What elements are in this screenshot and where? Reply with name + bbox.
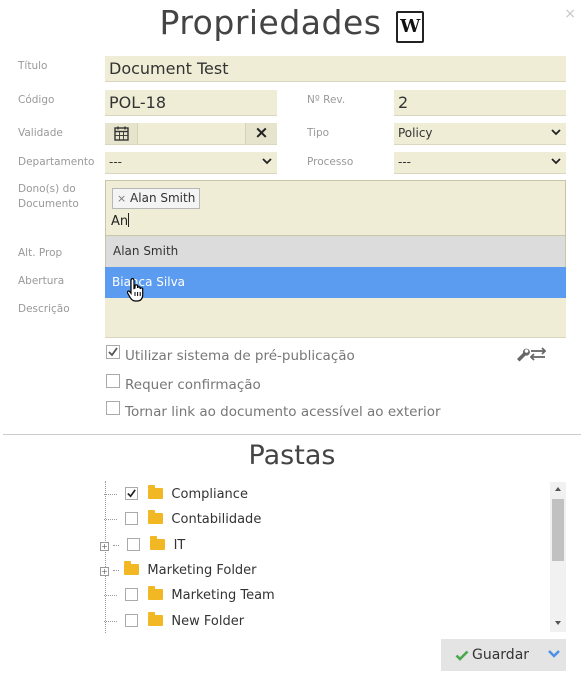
close-icon[interactable]: × xyxy=(564,6,576,22)
folder-label: Compliance xyxy=(171,487,248,502)
folder-icon xyxy=(148,586,164,600)
calendar-button[interactable] xyxy=(105,123,138,144)
departamento-label: Departamento xyxy=(18,156,95,168)
folder-row[interactable]: + IT xyxy=(100,533,185,558)
save-options-dropdown[interactable] xyxy=(541,639,566,671)
external-link-label: Tornar link ao documento acessível ao ex… xyxy=(125,404,441,420)
titulo-input[interactable]: Document Test xyxy=(105,56,566,82)
tree-connector xyxy=(104,595,117,596)
folder-label: Marketing Team xyxy=(171,588,275,603)
folder-label: IT xyxy=(173,538,186,553)
folder-label: Marketing Folder xyxy=(147,563,257,578)
confirm-label: Requer confirmação xyxy=(125,377,261,393)
clear-date-icon[interactable]: × xyxy=(245,123,277,144)
calendar-icon xyxy=(114,126,129,141)
rev-input[interactable]: 2 xyxy=(394,90,566,116)
tree-connector xyxy=(104,621,117,622)
tipo-select[interactable]: Policy xyxy=(394,123,566,145)
descricao-label: Descrição xyxy=(18,303,70,315)
folder-checkbox[interactable] xyxy=(125,487,139,500)
processo-label: Processo xyxy=(307,156,354,168)
departamento-select-value: --- xyxy=(109,155,122,169)
tipo-label: Tipo xyxy=(307,127,330,139)
text-cursor xyxy=(128,213,130,227)
scroll-down-icon[interactable] xyxy=(554,620,562,626)
folder-icon xyxy=(148,510,164,524)
descricao-input[interactable] xyxy=(105,298,566,338)
tipo-select-value: Policy xyxy=(398,126,433,140)
folder-label: New Folder xyxy=(171,614,245,629)
chevron-down-icon xyxy=(262,158,272,165)
chevron-down-icon xyxy=(548,650,560,658)
save-button[interactable]: Guardar xyxy=(441,639,541,671)
folder-icon xyxy=(148,485,164,499)
processo-select[interactable]: --- xyxy=(394,152,566,174)
dialog-title: Propriedades W xyxy=(0,0,584,46)
checkmark-icon xyxy=(108,347,118,357)
save-button-label: Guardar xyxy=(472,647,530,663)
folder-checkbox[interactable] xyxy=(127,538,141,551)
check-icon xyxy=(455,650,469,661)
departamento-select[interactable]: --- xyxy=(105,152,277,174)
tree-connector xyxy=(104,494,117,495)
folder-label: Contabilidade xyxy=(171,512,262,527)
tree-connector xyxy=(104,519,117,520)
owner-chip-label: Alan Smith xyxy=(130,191,196,205)
validade-group: × xyxy=(105,123,277,145)
rev-label: Nº Rev. xyxy=(307,94,346,106)
validade-label: Validade xyxy=(18,127,63,139)
titulo-label: Título xyxy=(18,60,48,72)
folder-row[interactable]: Contabilidade xyxy=(104,507,261,532)
folder-icon xyxy=(124,561,140,575)
folder-checkbox[interactable] xyxy=(125,512,139,525)
scrollbar-thumb[interactable] xyxy=(552,499,564,561)
donos-label: Dono(s) do Documento xyxy=(18,183,79,210)
folder-row[interactable]: Compliance xyxy=(104,482,248,507)
dropdown-option-selected[interactable]: Bianca Silva xyxy=(105,267,566,298)
owner-chip-remove-icon[interactable]: × xyxy=(117,192,126,205)
confirm-checkbox[interactable] xyxy=(106,374,120,388)
abertura-label: Abertura xyxy=(18,275,65,287)
save-button-group: Guardar xyxy=(441,639,566,671)
prepub-label: Utilizar sistema de pré-publicação xyxy=(125,348,355,364)
codigo-label: Código xyxy=(18,94,55,106)
expand-plus-icon[interactable]: + xyxy=(100,542,109,551)
folder-row[interactable]: New Folder xyxy=(104,609,244,634)
folder-icon xyxy=(150,536,166,550)
pastas-title: Pastas xyxy=(248,440,336,471)
dropdown-option[interactable]: Alan Smith xyxy=(105,236,566,267)
chevron-down-icon xyxy=(551,129,561,136)
processo-select-value: --- xyxy=(398,155,411,169)
tree-scrollbar[interactable] xyxy=(550,482,566,632)
dialog-title-text: Propriedades xyxy=(159,3,382,42)
owner-search-input[interactable]: An xyxy=(111,214,128,229)
scroll-up-icon[interactable] xyxy=(554,486,562,492)
external-link-checkbox[interactable] xyxy=(106,401,120,415)
expand-plus-icon[interactable]: + xyxy=(100,567,109,576)
folder-icon xyxy=(148,612,164,626)
owner-chip: × Alan Smith xyxy=(112,188,201,209)
prepub-checkbox[interactable] xyxy=(106,345,120,359)
folder-checkbox[interactable] xyxy=(125,588,139,601)
tree-connector xyxy=(113,545,120,546)
folder-row[interactable]: Marketing Team xyxy=(104,583,275,608)
chevron-down-icon xyxy=(551,158,561,165)
tree-connector xyxy=(113,570,120,571)
alt-prop-label: Alt. Prop xyxy=(18,247,63,259)
folder-row[interactable]: + Marketing Folder xyxy=(100,558,257,583)
folder-checkbox[interactable] xyxy=(125,614,139,627)
owners-multiselect[interactable]: × Alan Smith An xyxy=(105,180,566,236)
checkmark-icon xyxy=(127,489,136,498)
section-divider xyxy=(3,434,581,435)
codigo-input[interactable]: POL-18 xyxy=(105,90,277,116)
wrench-swap-icon[interactable] xyxy=(514,346,548,362)
validade-input[interactable] xyxy=(141,123,241,144)
hand-pointer-icon xyxy=(127,277,144,302)
word-document-icon: W xyxy=(396,11,425,43)
